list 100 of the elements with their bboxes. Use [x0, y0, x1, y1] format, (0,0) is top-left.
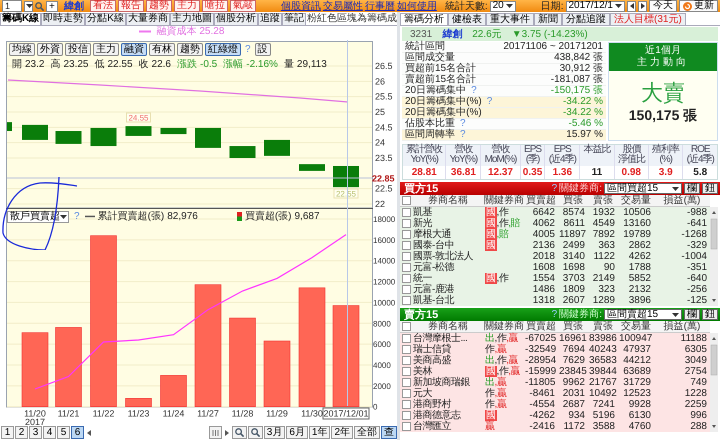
table-cell-text: -125	[686, 295, 708, 306]
page-button[interactable]: 5	[57, 426, 70, 440]
axis-label: 14000	[373, 256, 396, 266]
indicator-button[interactable]: 主力	[93, 42, 119, 56]
checkbox[interactable]	[402, 322, 410, 331]
toolbar-button[interactable]: 欄	[684, 183, 700, 194]
indicator-button[interactable]: 有林	[149, 42, 175, 56]
range-button[interactable]: 全部	[354, 426, 380, 440]
caret-icon	[506, 4, 513, 8]
checkbox[interactable]	[402, 274, 410, 283]
dropdown-button[interactable]	[24, 0, 33, 12]
tab[interactable]: 籌碼K線	[0, 12, 42, 25]
stock-name[interactable]: 緯創	[442, 27, 462, 41]
checkbox[interactable]	[402, 400, 410, 409]
toolbar-button[interactable]: 鈕	[702, 183, 718, 194]
indicator-button[interactable]: 外資	[37, 42, 63, 56]
tab[interactable]: 個股分析	[214, 12, 258, 25]
today-button[interactable]: 今天	[649, 0, 677, 12]
search-icon[interactable]	[35, 2, 44, 10]
indicator-button[interactable]: 紅綠燈	[205, 42, 241, 56]
link[interactable]: 個股資訊	[280, 0, 321, 12]
indicator-button[interactable]: 融資	[121, 42, 147, 56]
quote-value: 22.55	[108, 58, 133, 70]
table-title: 買方15	[404, 182, 438, 194]
table-cell-text: 11	[590, 166, 604, 179]
toolbar-button[interactable]: 欄	[684, 309, 700, 320]
checkbox[interactable]	[402, 230, 410, 239]
stock-code-field[interactable]: 1	[2, 0, 22, 12]
checkbox[interactable]	[402, 285, 410, 294]
action-button[interactable]: 嗆拉	[202, 0, 228, 12]
checkbox[interactable]	[402, 208, 410, 217]
action-button[interactable]: 報告	[118, 0, 144, 12]
tab[interactable]: 追蹤	[258, 12, 282, 25]
candle	[264, 139, 290, 156]
tab[interactable]: 健檢表	[448, 13, 486, 25]
link[interactable]: 行事曆	[364, 0, 395, 12]
table-cell-text: 瑞士信貸	[412, 344, 452, 355]
quote-label: 漲幅	[223, 58, 244, 70]
indicator-button[interactable]: 均線	[9, 42, 35, 56]
column-header: 券商名稱	[427, 195, 469, 206]
table-cell-text: 國泰-台中	[412, 240, 454, 251]
page-button[interactable]: 1	[1, 426, 14, 440]
tab[interactable]: 即時走勢	[41, 12, 86, 25]
zoom-out-button[interactable]	[248, 426, 263, 440]
table-cell-text: 1698	[562, 262, 586, 273]
tab[interactable]: 主力地圖	[170, 12, 214, 25]
tab[interactable]: 新聞	[534, 13, 562, 25]
range-button[interactable]: 6月	[286, 426, 308, 440]
quote-label: 量	[284, 58, 294, 70]
checkbox[interactable]	[402, 219, 410, 228]
table-cell-text: 1554	[532, 273, 556, 284]
action-button[interactable]: 趨勢	[146, 0, 172, 12]
next-button[interactable]	[638, 0, 647, 12]
range-button[interactable]: 查	[381, 426, 397, 440]
range-button[interactable]: 2年	[331, 426, 353, 440]
tab[interactable]: 分點追蹤	[562, 13, 610, 25]
checkbox[interactable]	[402, 196, 410, 205]
stock-name[interactable]: 緯創	[64, 0, 84, 12]
tab[interactable]: 重大事件	[486, 13, 534, 25]
table-cell-text: 8574	[562, 207, 586, 218]
range-button[interactable]: 3月	[264, 426, 286, 440]
zoom-in-button[interactable]	[232, 426, 247, 440]
checkbox[interactable]	[402, 378, 410, 387]
link[interactable]: 交易屬性	[322, 0, 363, 12]
checkbox[interactable]	[402, 367, 410, 376]
tab[interactable]: 法人目標(31元)	[610, 13, 686, 25]
days-select[interactable]: 20	[490, 0, 516, 12]
indicator-button[interactable]: 投信	[65, 42, 91, 56]
column-header: 買賣超	[525, 195, 557, 206]
range-select[interactable]: 區間賣超15	[604, 309, 682, 320]
page-button[interactable]: 3	[29, 426, 42, 440]
tab[interactable]: 筆記	[282, 12, 306, 25]
tab[interactable]: 分點K線	[85, 12, 126, 25]
link[interactable]: 如何使用	[396, 0, 437, 12]
checkbox[interactable]	[402, 356, 410, 365]
checkbox[interactable]	[402, 411, 410, 420]
add-button[interactable]: +	[46, 0, 58, 12]
range-button[interactable]: 1年	[308, 426, 330, 440]
table-cell-text: -351	[686, 262, 708, 273]
date-select[interactable]: 2017/12/1	[566, 0, 625, 12]
range-select[interactable]: 區間買超15	[604, 183, 682, 194]
tab[interactable]: 籌碼分析	[400, 13, 448, 25]
checkbox[interactable]	[402, 241, 410, 250]
scroll-grip-button[interactable]	[208, 426, 222, 440]
page-button[interactable]: 4	[43, 426, 56, 440]
checkbox[interactable]	[402, 389, 410, 398]
page-button[interactable]: 6	[71, 426, 84, 440]
checkbox[interactable]	[402, 345, 410, 354]
checkbox[interactable]	[402, 422, 410, 431]
toolbar-button[interactable]: 鈕	[702, 309, 718, 320]
checkbox[interactable]	[402, 263, 410, 272]
prev-button[interactable]	[627, 0, 636, 12]
action-button[interactable]: 看法	[90, 0, 116, 12]
table-cell-text: 4549	[592, 218, 616, 229]
page-button[interactable]: 2	[15, 426, 28, 440]
checkbox[interactable]	[402, 252, 410, 261]
checkbox[interactable]	[402, 334, 410, 343]
indicator-button[interactable]: 趨勢	[177, 42, 203, 56]
tab[interactable]: 大量券商	[126, 12, 170, 25]
checkbox[interactable]	[402, 296, 410, 305]
